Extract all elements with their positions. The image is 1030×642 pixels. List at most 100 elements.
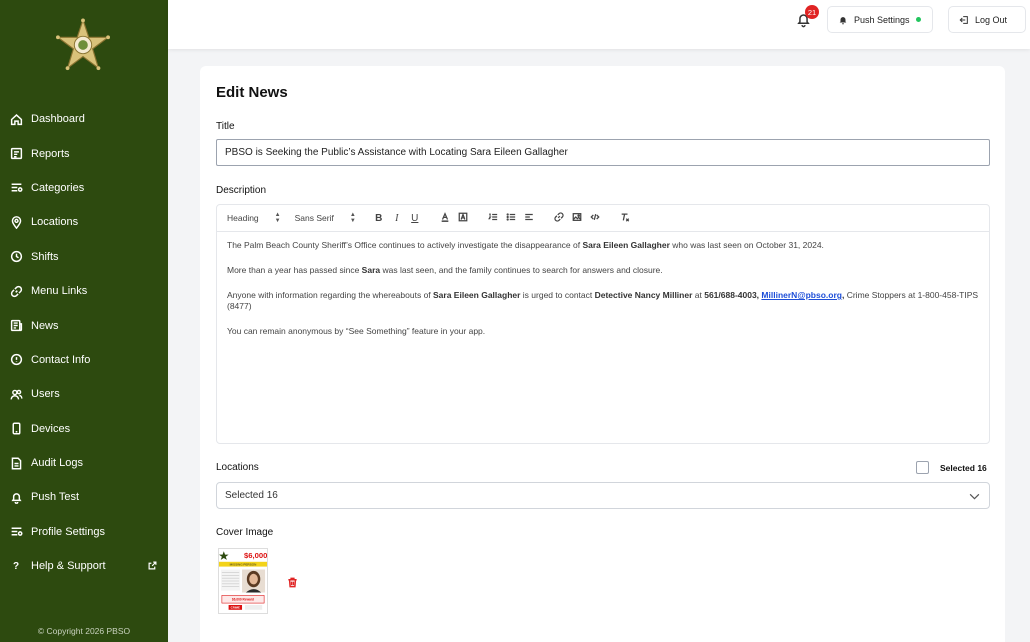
- edit-news-card: Edit News Title Description Heading ▲▼ S…: [200, 66, 1005, 642]
- cover-image-thumbnail: $6,000 MISSING PERSON $6,000 Reward CRIM…: [218, 548, 268, 614]
- sliders-icon: [9, 525, 23, 539]
- font-select[interactable]: Sans Serif ▲ ▼: [295, 212, 356, 224]
- sheriff-star-logo: [54, 18, 112, 72]
- selected-count-label: Selected 16: [940, 463, 987, 473]
- editor-content[interactable]: The Palm Beach County Sheriff’s Office c…: [217, 232, 989, 359]
- trash-icon: [288, 577, 297, 588]
- sidebar-item-label: Users: [31, 388, 60, 401]
- sidebar-item-shifts[interactable]: Shifts: [0, 240, 168, 274]
- locations-select-value: Selected 16: [225, 490, 278, 501]
- poster-reward-footer-text: $6,000 Reward: [232, 598, 254, 602]
- ordered-list-button[interactable]: [484, 212, 502, 225]
- page-title: Edit News: [216, 84, 288, 101]
- ordered-list-icon: [487, 212, 497, 220]
- text-run: at: [692, 290, 705, 300]
- description-editor: Heading ▲ ▼ Sans Serif ▲ ▼ B I U The Pal…: [216, 204, 990, 444]
- text-run: More than a year has passed since: [227, 265, 362, 275]
- sidebar-item-news[interactable]: News: [0, 308, 168, 342]
- align-left-icon: [525, 213, 533, 220]
- sidebar-item-contact-info[interactable]: Contact Info: [0, 343, 168, 377]
- code-icon: [590, 213, 600, 220]
- underline-button[interactable]: U: [406, 213, 424, 224]
- device-icon: [9, 422, 23, 436]
- bold-button[interactable]: B: [370, 213, 388, 224]
- description-label: Description: [216, 185, 267, 196]
- select-arrows-icon: ▲ ▼: [274, 212, 281, 224]
- background-color-icon: [458, 212, 468, 221]
- categories-icon: [9, 181, 23, 195]
- sidebar-item-label: Help & Support: [31, 560, 106, 573]
- locations-label: Locations: [216, 462, 259, 473]
- sidebar-item-menu-links[interactable]: Menu Links: [0, 274, 168, 308]
- sidebar-item-profile-settings[interactable]: Profile Settings: [0, 515, 168, 549]
- bell-icon: [839, 16, 847, 24]
- delete-cover-image-button[interactable]: [287, 575, 299, 588]
- sidebar-item-devices[interactable]: Devices: [0, 412, 168, 446]
- top-header: 21 Push Settings Log Out: [168, 0, 1030, 49]
- logout-label: Log Out: [975, 14, 1008, 25]
- editor-toolbar: Heading ▲ ▼ Sans Serif ▲ ▼ B I U: [217, 205, 989, 232]
- sidebar-item-reports[interactable]: Reports: [0, 136, 168, 170]
- poster-reward-text: $6,000: [244, 551, 267, 560]
- bullet-list-icon: [506, 212, 515, 221]
- sidebar-item-push-test[interactable]: Push Test: [0, 480, 168, 514]
- code-block-button[interactable]: [586, 212, 604, 225]
- bell-icon: [9, 490, 23, 504]
- copyright: © Copyright 2026 PBSO: [37, 626, 131, 636]
- align-button[interactable]: [520, 212, 538, 225]
- font-select-label: Sans Serif: [294, 213, 334, 223]
- status-dot: [915, 17, 921, 22]
- bullet-list-button[interactable]: [502, 212, 520, 225]
- sidebar-item-label: Menu Links: [31, 285, 88, 298]
- home-icon: [9, 112, 23, 126]
- map-pin-icon: [9, 215, 23, 229]
- title-input[interactable]: [216, 139, 990, 166]
- select-all-locations-checkbox[interactable]: [916, 461, 929, 474]
- poster-footer-logo-text: CRIME: [231, 606, 240, 610]
- sidebar: Dashboard Reports Categories Locations S…: [0, 0, 168, 642]
- push-settings-button[interactable]: Push Settings: [827, 6, 933, 33]
- sidebar-item-label: News: [31, 319, 59, 332]
- locations-select[interactable]: Selected 16: [216, 482, 990, 509]
- sidebar-item-users[interactable]: Users: [0, 377, 168, 411]
- text-color-button[interactable]: [436, 211, 454, 225]
- text-run-bold: 561/688-4003,: [704, 290, 760, 300]
- heading-select[interactable]: Heading ▲ ▼: [227, 212, 281, 224]
- question-icon: ?: [12, 560, 20, 572]
- external-link-icon: [148, 561, 158, 571]
- sidebar-item-label: Push Test: [31, 491, 80, 504]
- sidebar-item-label: Profile Settings: [31, 525, 105, 538]
- sidebar-item-locations[interactable]: Locations: [0, 205, 168, 239]
- email-link[interactable]: MillinerN@pbso.org: [761, 290, 842, 300]
- description-paragraph: You can remain anonymous by “See Somethi…: [227, 326, 486, 336]
- clock-icon: [9, 250, 23, 264]
- text-run: Anyone with information regarding the wh…: [227, 290, 434, 300]
- insert-image-button[interactable]: [568, 212, 586, 225]
- document-icon: [9, 456, 23, 470]
- sidebar-item-audit-logs[interactable]: Audit Logs: [0, 446, 168, 480]
- notification-count-badge: 21: [805, 5, 819, 19]
- sidebar-item-help-support[interactable]: ? Help & Support: [0, 549, 168, 583]
- italic-button[interactable]: I: [388, 213, 406, 224]
- clear-format-button[interactable]: [616, 212, 634, 225]
- logout-button[interactable]: Log Out: [948, 6, 1026, 33]
- background-color-button[interactable]: [454, 212, 472, 225]
- push-settings-label: Push Settings: [854, 14, 910, 25]
- users-icon: [9, 387, 23, 401]
- sidebar-item-label: Audit Logs: [31, 457, 83, 470]
- sidebar-item-dashboard[interactable]: Dashboard: [0, 102, 168, 136]
- title-label: Title: [216, 121, 235, 132]
- text-run: was last seen, and the family continues …: [380, 265, 663, 275]
- image-icon: [572, 212, 582, 221]
- text-run: who was last seen on October 31, 2024.: [669, 240, 824, 250]
- sidebar-item-label: Dashboard: [31, 113, 85, 126]
- link-icon: [554, 211, 564, 222]
- insert-link-button[interactable]: [550, 211, 568, 225]
- clear-format-icon: [621, 212, 629, 222]
- sidebar-item-label: Locations: [31, 216, 79, 229]
- text-run-bold: Detective Nancy Milliner: [594, 290, 693, 300]
- cover-image-label: Cover Image: [216, 527, 274, 538]
- description-paragraph: Anyone with information regarding the wh…: [227, 290, 979, 312]
- sidebar-item-categories[interactable]: Categories: [0, 171, 168, 205]
- text-run: The Palm Beach County Sheriff’s Office c…: [227, 240, 583, 250]
